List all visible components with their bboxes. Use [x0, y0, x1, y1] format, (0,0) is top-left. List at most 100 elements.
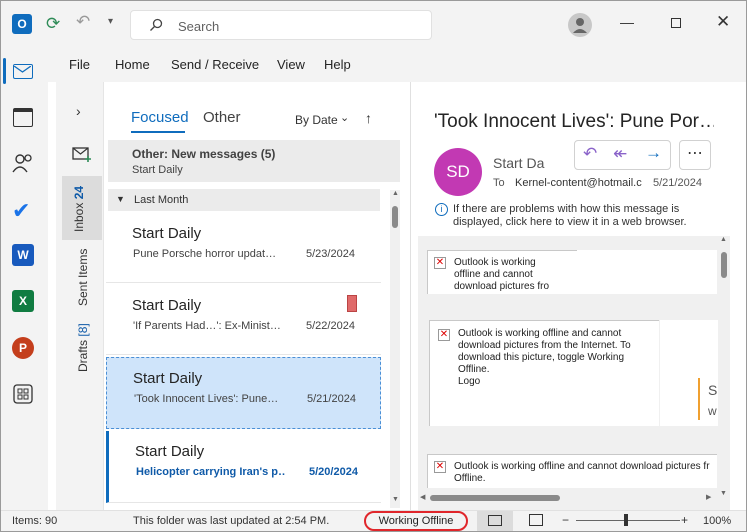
reply-all-icon[interactable]: ↞	[613, 144, 627, 164]
folder-drafts-count: [8]	[76, 323, 90, 337]
scroll-up-arrow-icon[interactable]: ▲	[392, 190, 399, 197]
scroll-left-arrow-icon[interactable]: ◀	[420, 493, 425, 501]
sort-chevron-down-icon[interactable]: ⌄	[340, 111, 349, 124]
message-subject: 'Took Innocent Lives': Pune…	[134, 393, 279, 405]
folder-drafts[interactable]: Drafts [8]	[62, 316, 102, 376]
list-item-unread[interactable]: Start Daily Helicopter carrying Iran's p…	[106, 431, 381, 503]
notification-title: Other: New messages (5)	[132, 147, 276, 161]
broken-image-icon: ✕	[434, 257, 446, 269]
menu-file[interactable]: File	[69, 57, 90, 72]
scroll-down-arrow-icon[interactable]: ▼	[392, 496, 399, 503]
message-sender: Start Daily	[132, 297, 202, 314]
message-list-scrollbar[interactable]: ▲ ▼	[390, 190, 400, 508]
folder-sent-items[interactable]: Sent Items	[62, 244, 102, 310]
scrollbar-thumb[interactable]	[430, 495, 560, 501]
zoom-in-icon[interactable]: +	[681, 513, 688, 527]
message-sender: Start Daily	[135, 443, 205, 460]
message-sender: Start Daily	[133, 370, 203, 387]
tab-focused[interactable]: Focused	[131, 109, 189, 126]
mail-icon[interactable]	[13, 64, 33, 79]
info-icon: i	[435, 203, 448, 216]
section-title: Last Month	[134, 194, 189, 206]
reply-actions-group: ↶ ↞ →	[574, 140, 671, 170]
message-subject: Helicopter carrying Iran's p…	[136, 466, 286, 478]
list-item-selected[interactable]: Start Daily 'Took Innocent Lives': Pune……	[106, 357, 381, 429]
blocked-image-placeholder: ✕ Outlook is working offline and cannot …	[427, 454, 717, 488]
folder-inbox[interactable]: Inbox 24	[62, 176, 102, 240]
app-rail-active-indicator	[3, 58, 6, 84]
folder-sent-label: Sent Items	[76, 248, 90, 306]
sender-avatar[interactable]: SD	[434, 148, 482, 196]
sync-icon[interactable]: ⟳	[46, 14, 60, 34]
expand-folders-icon[interactable]: ›	[76, 103, 81, 119]
email-subject-title: 'Took Innocent Lives': Pune Por…	[434, 111, 714, 132]
menu-help[interactable]: Help	[324, 57, 351, 72]
message-date: 5/21/2024	[307, 393, 356, 405]
new-mail-icon[interactable]	[72, 146, 92, 167]
search-placeholder: Search	[178, 19, 220, 34]
undo-icon[interactable]: ↶	[76, 12, 90, 32]
menu-view[interactable]: View	[277, 57, 305, 72]
section-header[interactable]: ▼ Last Month	[108, 189, 380, 211]
email-date: 5/21/2024	[653, 177, 702, 189]
broken-image-icon: ✕	[434, 461, 446, 473]
reading-view-icon[interactable]	[529, 514, 543, 526]
scrollbar-thumb[interactable]	[392, 206, 398, 228]
image-area-blank	[577, 250, 717, 294]
forward-icon[interactable]: →	[645, 143, 662, 163]
message-date: 5/20/2024	[309, 466, 358, 478]
message-sender: Start Daily	[132, 225, 202, 242]
other-notification[interactable]: Other: New messages (5) Start Daily	[108, 140, 400, 182]
more-apps-icon[interactable]	[13, 384, 33, 409]
zoom-slider-thumb[interactable]	[624, 514, 628, 526]
sort-direction-arrow-icon[interactable]: ↑	[365, 110, 372, 126]
close-button[interactable]: ✕	[716, 12, 730, 32]
scroll-right-arrow-icon[interactable]: ▶	[706, 493, 711, 501]
message-date: 5/22/2024	[306, 320, 355, 332]
normal-view-icon[interactable]	[477, 511, 513, 531]
excel-icon[interactable]: X	[12, 290, 34, 312]
category-flag-icon[interactable]	[347, 295, 357, 312]
search-box[interactable]: Search	[130, 10, 432, 40]
list-item[interactable]: Start Daily Pune Porsche horror updat… 5…	[106, 213, 381, 283]
folder-inbox-count: 24	[72, 185, 86, 200]
sender-name[interactable]: Start Da	[493, 155, 544, 171]
status-item-count: Items: 90	[12, 515, 58, 527]
status-last-updated: This folder was last updated at 2:54 PM.	[133, 515, 330, 527]
to-label: To	[493, 177, 505, 189]
zoom-slider-track[interactable]	[576, 520, 680, 521]
profile-avatar-icon[interactable]	[568, 13, 592, 37]
reply-icon[interactable]: ↶	[583, 144, 597, 164]
powerpoint-icon[interactable]: P	[12, 337, 34, 359]
more-actions-button[interactable]: ⋯	[679, 140, 711, 170]
zoom-out-icon[interactable]: −	[562, 513, 569, 527]
list-item[interactable]: Start Daily 'If Parents Had…': Ex-Minist…	[106, 285, 381, 355]
recipient-address[interactable]: Kernel-content@hotmail.c	[515, 177, 653, 189]
menu-send-receive[interactable]: Send / Receive	[171, 57, 259, 72]
display-problem-link[interactable]: If there are problems with how this mess…	[453, 203, 687, 229]
tab-focused-underline	[131, 131, 185, 133]
side-text-w: w	[708, 404, 717, 418]
folder-inbox-label: Inbox	[72, 202, 86, 232]
scrollbar-thumb[interactable]	[721, 252, 727, 278]
sort-by-date[interactable]: By Date	[295, 113, 338, 127]
reading-pane-vertical-scrollbar[interactable]: ▲ ▼	[718, 236, 730, 502]
collapse-section-icon[interactable]: ▼	[116, 194, 125, 204]
people-icon[interactable]	[12, 153, 34, 178]
message-subject: 'If Parents Had…': Ex-Minist…	[133, 320, 281, 332]
scroll-down-arrow-icon[interactable]: ▼	[720, 490, 727, 497]
word-icon[interactable]: W	[12, 244, 34, 266]
calendar-icon[interactable]	[13, 108, 33, 127]
working-offline-indicator[interactable]: Working Offline	[364, 511, 468, 531]
blocked-image-placeholder: ✕ Outlook is working offline and cannot …	[427, 250, 577, 294]
customize-toolbar-icon[interactable]: ▾	[108, 16, 113, 27]
reading-pane-horizontal-scrollbar[interactable]: ◀ ▶	[418, 492, 718, 504]
maximize-button[interactable]	[671, 18, 681, 28]
todo-icon[interactable]: ✔	[12, 198, 30, 224]
zoom-level: 100%	[703, 515, 732, 527]
scroll-up-arrow-icon[interactable]: ▲	[720, 236, 727, 243]
minimize-button[interactable]: —	[620, 14, 634, 30]
tab-other[interactable]: Other	[203, 109, 241, 126]
menu-home[interactable]: Home	[115, 57, 150, 72]
broken-image-icon: ✕	[438, 329, 450, 341]
